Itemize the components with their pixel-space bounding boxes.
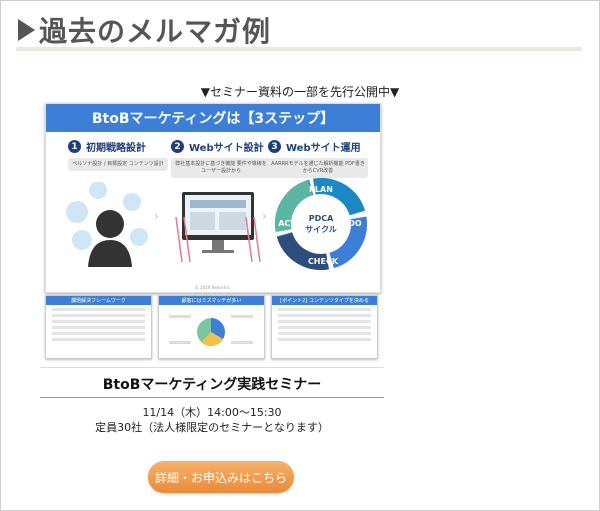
seminar-capacity: 定員30社（法人様限定のセミナーとなります）	[95, 421, 329, 434]
speech-bubble-icon	[72, 230, 92, 250]
persona-illustration	[66, 182, 148, 267]
pdca-cycle-diagram: PLAN DO CHECK ACT PDCA サイクル	[275, 177, 367, 270]
step-2-desc: 弊社基本設計に基づき機能 要件や導線をユーザー設計から	[171, 158, 271, 178]
seminar-title: BtoBマーケティング実践セミナー	[102, 377, 322, 393]
seminar-slide-preview: BtoBマーケティングは【3ステップ】 1 初期戦略設計 ペルソナ設計 / 目標…	[45, 103, 381, 293]
pdca-center-ja: サイクル	[305, 224, 337, 234]
page-title: 過去のメルマガ例	[39, 15, 272, 48]
website-build-illustration	[175, 192, 261, 262]
triangle-bullet-icon	[18, 19, 35, 41]
divider	[40, 367, 384, 368]
pdca-do-label: DO	[348, 219, 362, 228]
pie-chart-illustration	[169, 315, 253, 347]
title-underline	[16, 47, 582, 51]
chevron-right-icon: ›	[262, 209, 267, 223]
person-silhouette-icon	[88, 210, 132, 267]
speech-bubble-icon	[123, 193, 141, 211]
pdca-plan-label: PLAN	[309, 185, 333, 194]
speech-bubble-icon	[130, 228, 148, 246]
preview-notice: ▼セミナー資料の一部を先行公開中▼	[200, 85, 400, 99]
step-1-desc: ペルソナ設計 / 目標設定 コンテンツ設計	[68, 158, 168, 171]
slide-thumbnail-1: 課題解決フレームワーク	[45, 295, 152, 359]
chevron-right-icon: ›	[154, 209, 159, 223]
step-1-number: 1	[68, 140, 81, 153]
step-2: 2 Webサイト設計 弊社基本設計に基づき機能 要件や導線をユーザー設計から	[171, 139, 271, 178]
thumbnail-3-title: [ポイント2] コンテンツタイプを決める	[272, 296, 377, 305]
pdca-check-label: CHECK	[308, 257, 339, 266]
thumbnail-2-title: 顧客にはミスマッチが多い	[159, 296, 264, 305]
thumbnail-1-title: 課題解決フレームワーク	[46, 296, 151, 305]
step-1: 1 初期戦略設計 ペルソナ設計 / 目標設定 コンテンツ設計	[68, 139, 168, 171]
speech-bubble-icon	[89, 182, 107, 199]
step-2-name: Webサイト設計	[189, 143, 264, 154]
slide-header: BtoBマーケティングは【3ステップ】	[46, 104, 380, 132]
slide-thumbnail-3: [ポイント2] コンテンツタイプを決める	[271, 295, 378, 359]
slide-copyright: © 2019 Nexia Inc.	[194, 285, 232, 290]
step-3-number: 3	[268, 140, 281, 153]
seminar-datetime: 11/14（木）14:00〜15:30	[142, 406, 282, 419]
pdca-act-label: ACT	[278, 219, 296, 228]
divider	[40, 397, 384, 398]
apply-details-button[interactable]: 詳細・お申込みはこちら	[148, 461, 294, 493]
page-title-row: 過去のメルマガ例	[18, 10, 271, 50]
speech-bubble-icon	[66, 201, 88, 223]
step-2-number: 2	[171, 140, 184, 153]
slide-thumbnail-2: 顧客にはミスマッチが多い	[158, 295, 265, 359]
pdca-center-en: PDCA	[309, 214, 334, 223]
step-3: 3 Webサイト運用 AARRRモデルを通じた解析機能 PDF書きからCVR改善	[268, 139, 368, 178]
step-3-name: Webサイト運用	[286, 143, 361, 154]
step-1-name: 初期戦略設計	[86, 143, 146, 154]
